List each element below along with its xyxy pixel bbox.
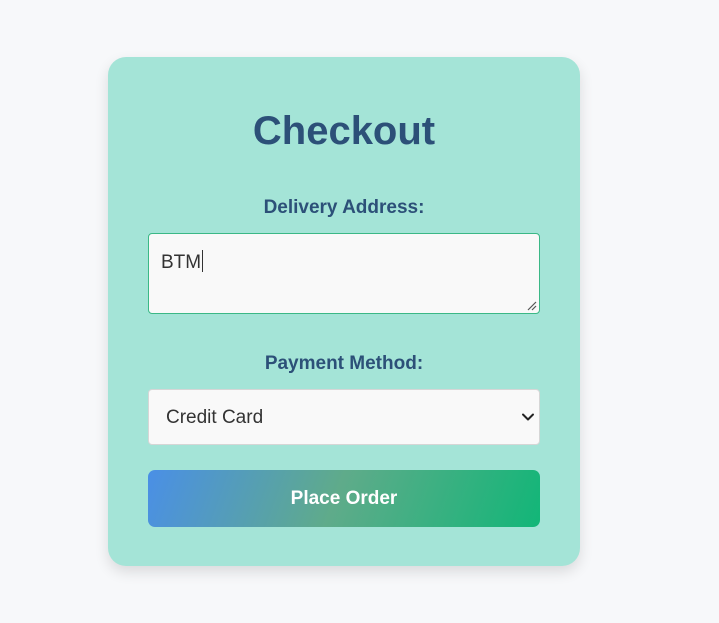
page-title: Checkout: [252, 109, 436, 153]
payment-method-select[interactable]: Credit Card: [148, 389, 540, 445]
payment-method-selected-value: Credit Card: [166, 407, 264, 428]
payment-method-label: Payment Method:: [264, 353, 424, 374]
delivery-address-label: Delivery Address:: [263, 197, 425, 218]
text-caret: [202, 250, 204, 272]
chevron-down-icon: [522, 413, 534, 421]
checkout-card: Checkout Delivery Address: BTM Payment M…: [108, 57, 580, 566]
delivery-address-textarea[interactable]: BTM: [148, 233, 540, 314]
delivery-address-value: BTM: [161, 250, 204, 273]
resize-grip-icon[interactable]: [527, 301, 537, 311]
place-order-button[interactable]: Place Order: [148, 470, 540, 527]
